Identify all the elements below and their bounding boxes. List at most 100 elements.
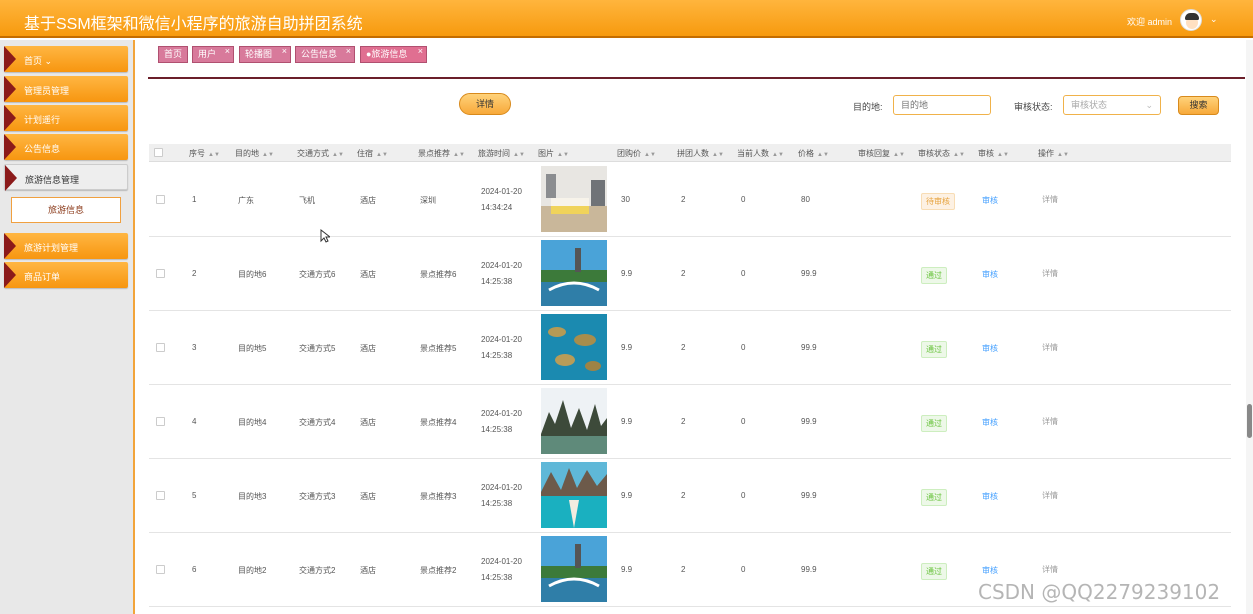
sidebar-item-orders[interactable]: 商品订单 [4,262,128,288]
column-header[interactable]: 拼团人数 ▲▼ [677,148,724,159]
close-icon[interactable]: × [418,44,423,59]
sidebar: 首页 ⌄ 管理员管理 计划遥行 公告信息 旅游信息管理 旅游信息 旅游计划管理 … [0,40,135,614]
sort-icon: ▲▼ [644,152,656,158]
column-header[interactable]: 操作 ▲▼ [1038,148,1069,159]
audit-link[interactable]: 审核 [982,269,998,280]
column-header[interactable]: 序号 ▲▼ [189,148,220,159]
audit-link[interactable]: 审核 [982,195,998,206]
column-header[interactable]: 当前人数 ▲▼ [737,148,784,159]
arrow-icon [4,233,16,259]
cell-group-price: 30 [621,195,630,204]
audit-link[interactable]: 审核 [982,417,998,428]
cell-group-price: 9.9 [621,269,633,278]
sidebar-item-travel-plan[interactable]: 旅游计划管理 [4,233,128,259]
tab-home[interactable]: 首页 [158,46,188,63]
destination-input[interactable] [893,95,991,115]
avatar-hair-icon [1185,13,1199,20]
cell-current: 0 [741,343,746,352]
tab-label: ●旅游信息 [366,49,408,59]
column-header[interactable]: 景点推荐 ▲▼ [418,148,465,159]
table-row: 4 目的地4 交通方式4 酒店 景点推荐4 2024-01-20 14:25:3… [149,385,1231,459]
detail-link[interactable]: 详情 [1042,416,1058,427]
detail-button[interactable]: 详情 [459,93,511,115]
sort-icon: ▲▼ [453,152,465,158]
sort-icon: ▲▼ [513,152,525,158]
tab-carousel[interactable]: 轮播图 × [239,46,291,63]
status-badge: 通过 [921,415,947,432]
column-header[interactable]: 旅游时间 ▲▼ [478,148,525,159]
cell-transport: 交通方式3 [299,492,336,501]
column-header[interactable]: 团购价 ▲▼ [617,148,656,159]
column-header[interactable]: 住宿 ▲▼ [357,148,388,159]
cell-current: 0 [741,491,746,500]
tab-label: 公告信息 [301,49,338,59]
cell-stay: 酒店 [360,492,376,501]
scrollbar-track[interactable] [1246,40,1253,614]
status-select[interactable]: 审核状态 ⌄ [1063,95,1161,115]
cell-transport: 飞机 [299,196,315,205]
cell-dest: 目的地2 [238,566,267,575]
detail-link[interactable]: 详情 [1042,268,1058,279]
sort-icon: ▲▼ [557,152,569,158]
column-header[interactable]: 审核状态 ▲▼ [918,148,965,159]
sidebar-item-notice[interactable]: 公告信息 [4,134,128,160]
sidebar-item-home[interactable]: 首页 ⌄ [4,46,128,72]
sidebar-item-travel-info[interactable]: 旅游信息管理 [4,164,128,191]
row-checkbox[interactable] [156,269,165,278]
sidebar-item-label: 计划遥行 [24,115,61,125]
mouse-cursor-icon [320,229,330,243]
destination-label: 目的地: [853,102,883,112]
row-checkbox[interactable] [156,491,165,500]
sidebar-item-label: 旅游信息管理 [25,175,80,185]
row-checkbox[interactable] [156,565,165,574]
cell-stay: 酒店 [360,270,376,279]
column-header[interactable]: 审核 ▲▼ [978,148,1009,159]
sort-icon: ▲▼ [893,152,905,158]
cell-spot: 景点推荐4 [420,418,457,427]
cell-spot: 景点推荐6 [420,270,457,279]
sidebar-item-plan[interactable]: 计划遥行 [4,105,128,131]
travel-image [541,536,607,602]
audit-link[interactable]: 审核 [982,565,998,576]
search-button[interactable]: 搜索 [1178,96,1219,115]
row-checkbox[interactable] [156,417,165,426]
column-header[interactable]: 价格 ▲▼ [798,148,829,159]
tab-travel-info[interactable]: ●旅游信息 × [360,46,427,63]
status-badge: 待审核 [921,193,955,210]
column-header[interactable]: 交通方式 ▲▼ [297,148,344,159]
tab-users[interactable]: 用户 × [192,46,234,63]
sidebar-subitem-travel-info[interactable]: 旅游信息 [11,197,121,223]
travel-image [541,314,607,380]
tab-notice[interactable]: 公告信息 × [295,46,355,63]
status-badge: 通过 [921,341,947,358]
audit-link[interactable]: 审核 [982,491,998,502]
chevron-down-icon[interactable]: ⌄ [1210,14,1218,25]
cell-current: 0 [741,565,746,574]
detail-link[interactable]: 详情 [1042,490,1058,501]
column-header[interactable]: 审核回复 ▲▼ [858,148,905,159]
travel-image [541,462,607,528]
close-icon[interactable]: × [225,44,230,59]
audit-link[interactable]: 审核 [982,343,998,354]
close-icon[interactable]: × [346,44,351,59]
cell-group-size: 2 [681,417,686,426]
detail-link[interactable]: 详情 [1042,564,1058,575]
cell-time: 14:25:38 [481,351,513,360]
close-icon[interactable]: × [282,44,287,59]
cell-no: 4 [192,417,197,426]
avatar[interactable] [1180,9,1202,31]
detail-link[interactable]: 详情 [1042,342,1058,353]
cell-group-price: 9.9 [621,491,633,500]
cell-current: 0 [741,417,746,426]
sidebar-item-admin[interactable]: 管理员管理 [4,76,128,102]
row-checkbox[interactable] [156,343,165,352]
select-all-checkbox[interactable] [154,148,163,157]
cell-price: 99.9 [801,565,817,574]
column-header[interactable]: 目的地 ▲▼ [235,148,274,159]
welcome-text: 欢迎 admin [1127,17,1173,27]
row-checkbox[interactable] [156,195,165,204]
detail-link[interactable]: 详情 [1042,194,1058,205]
scrollbar-thumb[interactable] [1247,404,1252,438]
column-header[interactable]: 图片 ▲▼ [538,148,569,159]
cell-no: 5 [192,491,197,500]
